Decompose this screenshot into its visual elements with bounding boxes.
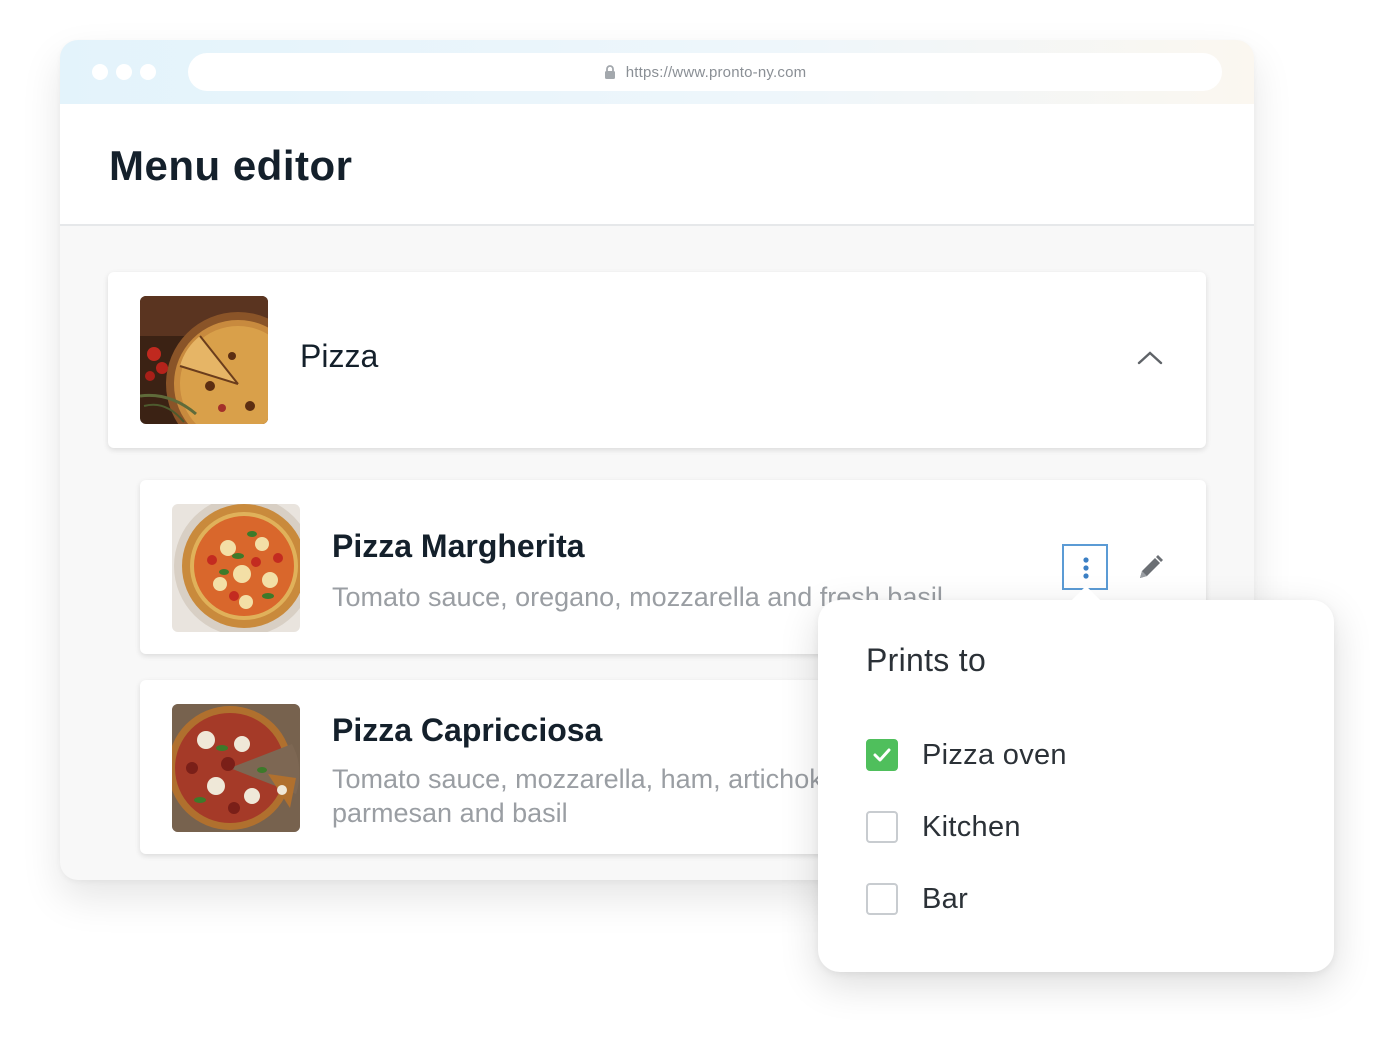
lock-icon: [604, 65, 615, 79]
prints-to-popover: Prints to Pizza oven Kitchen Bar: [818, 585, 1334, 972]
item-image: [172, 704, 300, 832]
stage: https://www.pronto-ny.com Menu editor Pi…: [0, 0, 1394, 1062]
popover-title: Prints to: [866, 642, 987, 678]
more-options-button[interactable]: [1062, 544, 1108, 590]
item-name: Pizza Capricciosa: [332, 712, 603, 748]
address-bar[interactable]: https://www.pronto-ny.com: [188, 53, 1222, 91]
item-image: [172, 504, 300, 632]
page-header: Menu editor: [60, 104, 1254, 226]
pencil-icon[interactable]: [1134, 552, 1166, 584]
category-image: [140, 296, 268, 424]
option-label: Kitchen: [922, 810, 1021, 843]
option-label: Pizza oven: [922, 738, 1067, 771]
option-label: Bar: [922, 882, 969, 915]
checkbox-unchecked[interactable]: [866, 883, 898, 915]
checkbox-unchecked[interactable]: [866, 811, 898, 843]
more-vertical-icon: [1083, 557, 1089, 579]
page-title: Menu editor: [109, 142, 353, 189]
window-dot: [92, 64, 108, 80]
category-card[interactable]: Pizza: [108, 272, 1206, 448]
option-bar[interactable]: Bar: [866, 882, 968, 916]
item-name: Pizza Margherita: [332, 528, 585, 564]
option-kitchen[interactable]: Kitchen: [866, 810, 1021, 844]
url-text: https://www.pronto-ny.com: [625, 63, 807, 81]
checkbox-checked[interactable]: [866, 739, 898, 771]
chevron-up-icon[interactable]: [1136, 348, 1164, 368]
checkmark-icon: [873, 748, 891, 762]
option-pizza-oven[interactable]: Pizza oven: [866, 738, 1067, 772]
browser-toolbar: https://www.pronto-ny.com: [60, 40, 1254, 104]
category-name: Pizza: [300, 338, 379, 374]
window-dot: [116, 64, 132, 80]
window-dot: [140, 64, 156, 80]
